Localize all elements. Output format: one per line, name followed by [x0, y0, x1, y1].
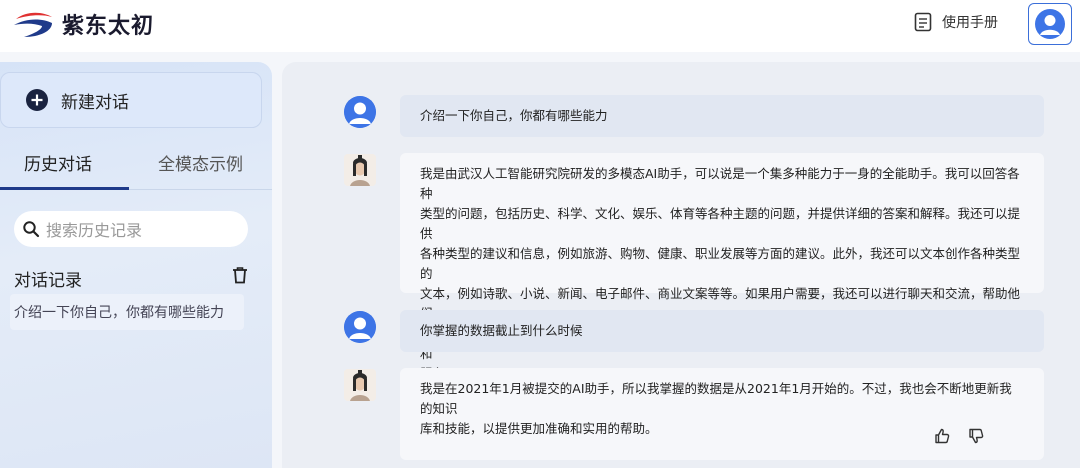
active-tab-indicator — [0, 187, 129, 190]
assistant-avatar-icon — [344, 369, 376, 401]
search-placeholder: 搜索历史记录 — [46, 221, 143, 240]
app-logo[interactable]: 紫东太初 — [12, 8, 154, 40]
search-history-input[interactable]: 搜索历史记录 — [14, 211, 248, 247]
user-avatar-icon — [1035, 9, 1065, 39]
top-header: 紫东太初 使用手册 — [0, 0, 1080, 52]
assistant-message-line: 我是由武汉人工智能研究院研发的多模态AI助手，可以说是一个集多种能力于一身的全能… — [420, 166, 1020, 201]
search-icon — [23, 221, 40, 238]
assistant-message-avatar — [344, 369, 376, 401]
history-section-title: 对话记录 — [14, 271, 82, 291]
tab-history[interactable]: 历史对话 — [24, 150, 92, 175]
logo-mark-icon — [14, 12, 52, 37]
sidebar: 新建对话 历史对话 全模态示例 搜索历史记录 对话记录 介绍一下你自己，你都有哪… — [0, 62, 272, 468]
history-item-label: 介绍一下你自己，你都有哪些能力 — [14, 305, 224, 321]
thumbs-down-icon[interactable] — [968, 428, 984, 444]
delete-history-button[interactable] — [232, 266, 248, 288]
document-list-icon — [914, 12, 932, 32]
user-manual-link[interactable]: 使用手册 — [914, 12, 998, 32]
user-avatar-icon — [344, 311, 376, 343]
history-list-item[interactable]: 介绍一下你自己，你都有哪些能力 — [10, 294, 244, 330]
trash-icon — [233, 267, 247, 284]
user-message-bubble: 你掌握的数据截止到什么时候 — [400, 310, 1044, 352]
assistant-message-line: 我是在2021年1月被提交的AI助手，所以我掌握的数据是从2021年1月开始的。… — [420, 381, 1012, 416]
thumbs-up-icon[interactable] — [934, 428, 950, 444]
assistant-avatar-icon — [344, 154, 376, 186]
new-chat-button[interactable]: 新建对话 — [0, 72, 262, 128]
assistant-message-line: 各种类型的建议和信息，例如旅游、购物、健康、职业发展等方面的建议。此外，我还可以… — [420, 246, 1021, 281]
profile-avatar-button[interactable] — [1028, 3, 1072, 45]
message-reactions — [934, 428, 984, 444]
user-avatar-icon — [344, 96, 376, 128]
user-message-avatar — [344, 311, 376, 343]
assistant-message-avatar — [344, 154, 376, 186]
sidebar-tabs: 历史对话 全模态示例 — [0, 144, 272, 190]
plus-circle-icon — [26, 89, 48, 111]
user-manual-label: 使用手册 — [942, 15, 998, 31]
user-message-avatar — [344, 96, 376, 128]
assistant-message-bubble: 我是由武汉人工智能研究院研发的多模态AI助手，可以说是一个集多种能力于一身的全能… — [400, 153, 1044, 381]
user-message-text: 你掌握的数据截止到什么时候 — [420, 323, 583, 338]
user-message-text: 介绍一下你自己，你都有哪些能力 — [420, 108, 608, 123]
user-message-bubble: 介绍一下你自己，你都有哪些能力 — [400, 95, 1044, 137]
assistant-message-bubble: 我是在2021年1月被提交的AI助手，所以我掌握的数据是从2021年1月开始的。… — [400, 368, 1044, 460]
assistant-message-line: 类型的问题，包括历史、科学、文化、娱乐、体育等各种主题的问题，并提供详细的答案和… — [420, 206, 1021, 241]
new-chat-label: 新建对话 — [61, 92, 129, 113]
app-name: 紫东太初 — [62, 14, 155, 39]
tab-multimodal-examples[interactable]: 全模态示例 — [158, 150, 243, 175]
